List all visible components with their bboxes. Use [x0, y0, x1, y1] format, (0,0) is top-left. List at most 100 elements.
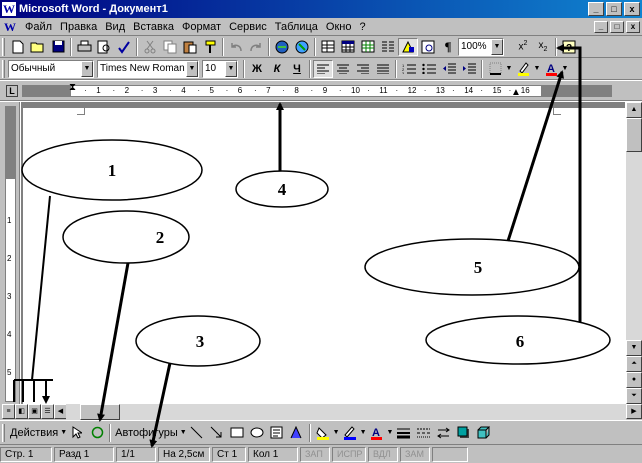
toolbar-grip[interactable]: [2, 59, 5, 78]
chevron-down-icon[interactable]: ▼: [180, 429, 187, 436]
toolbar-grip[interactable]: [2, 423, 5, 442]
menu-view[interactable]: Вид: [101, 21, 129, 33]
select-objects-icon[interactable]: [67, 424, 87, 442]
spelling-icon[interactable]: [114, 38, 134, 56]
status-record[interactable]: ЗАП: [300, 446, 330, 462]
normal-view-icon[interactable]: ≡: [2, 404, 15, 419]
vertical-ruler-strip[interactable]: 123456: [5, 106, 16, 415]
web-toolbar-icon[interactable]: [292, 38, 312, 56]
horizontal-ruler[interactable]: L ⧗ ▲ 1 · 2 · 3 · 4 · 5 · 6 · 7 · 8 · 9 · 10 · 11 · 12 · 13 · 14 · 1…: [0, 81, 642, 101]
maximize-button[interactable]: □: [606, 2, 622, 16]
increase-indent-icon[interactable]: [459, 60, 479, 78]
web-view-icon[interactable]: ◧: [15, 404, 28, 419]
undo-icon[interactable]: [226, 38, 246, 56]
chevron-down-icon[interactable]: ▼: [505, 60, 513, 78]
menu-window[interactable]: Окно: [322, 21, 356, 33]
chevron-down-icon[interactable]: ▼: [533, 60, 541, 78]
ruler-strip[interactable]: ⧗ ▲ 1 · 2 · 3 · 4 · 5 · 6 · 7 · 8 · 9 · 10 · 11 · 12 · 13 · 14 · 15 ·…: [22, 83, 612, 98]
print-preview-icon[interactable]: [94, 38, 114, 56]
close-button[interactable]: x: [624, 2, 640, 16]
doc-restore-button[interactable]: □: [610, 20, 624, 33]
menu-tools[interactable]: Сервис: [225, 21, 271, 33]
open-folder-icon[interactable]: [28, 38, 48, 56]
zoom-select[interactable]: 100% ▼: [458, 37, 504, 56]
font-size-select[interactable]: 10 ▼: [202, 59, 238, 78]
format-painter-icon[interactable]: [200, 38, 220, 56]
drawing-icon[interactable]: [398, 37, 418, 56]
paste-icon[interactable]: [180, 38, 200, 56]
doc-close-button[interactable]: x: [626, 20, 640, 33]
underline-button[interactable]: Ч: [287, 60, 307, 78]
line-icon[interactable]: [187, 424, 207, 442]
menu-help[interactable]: ?: [355, 21, 369, 33]
style-select[interactable]: Обычный ▼: [8, 59, 94, 78]
superscript-icon[interactable]: x2: [513, 38, 533, 56]
menu-edit[interactable]: Правка: [56, 21, 101, 33]
next-page-icon[interactable]: ⏷: [626, 388, 642, 404]
insert-excel-icon[interactable]: [358, 38, 378, 56]
print-icon[interactable]: [74, 38, 94, 56]
select-browse-object-icon[interactable]: ●: [626, 372, 642, 388]
menu-table[interactable]: Таблица: [271, 21, 322, 33]
indent-marker-icon[interactable]: ⧗: [69, 83, 76, 93]
align-left-icon[interactable]: [313, 59, 333, 78]
chevron-down-icon[interactable]: ▼: [60, 429, 67, 436]
chevron-down-icon[interactable]: ▼: [561, 60, 569, 78]
doc-minimize-button[interactable]: _: [594, 20, 608, 33]
align-right-icon[interactable]: [353, 60, 373, 78]
bullets-icon[interactable]: [419, 60, 439, 78]
bold-button[interactable]: Ж: [247, 60, 267, 78]
line-style-icon[interactable]: [393, 424, 413, 442]
document-icon[interactable]: W: [3, 20, 17, 34]
3d-icon[interactable]: [473, 424, 493, 442]
fill-color-icon[interactable]: [313, 424, 333, 442]
vertical-scrollbar[interactable]: ▲ ▼ ⏶ ● ⏷: [626, 102, 642, 404]
chevron-down-icon[interactable]: ▼: [387, 429, 394, 436]
scroll-right-icon[interactable]: ▶: [626, 404, 642, 419]
draw-font-color-icon[interactable]: A: [367, 424, 387, 442]
font-color-icon[interactable]: A: [541, 60, 561, 78]
scroll-up-icon[interactable]: ▲: [626, 102, 642, 118]
right-indent-marker-icon[interactable]: ▲: [511, 88, 521, 98]
line-color-icon[interactable]: [340, 424, 360, 442]
toolbar-grip[interactable]: [2, 37, 5, 56]
horizontal-scrollbar[interactable]: [66, 404, 626, 420]
document-page[interactable]: [23, 107, 627, 404]
show-hide-marks-icon[interactable]: ¶: [438, 38, 458, 56]
highlight-icon[interactable]: [513, 60, 533, 78]
numbering-icon[interactable]: 123: [399, 60, 419, 78]
insert-hyperlink-icon[interactable]: [272, 38, 292, 56]
chevron-down-icon[interactable]: ▼: [333, 429, 340, 436]
scroll-thumb[interactable]: [626, 118, 642, 152]
copy-icon[interactable]: [160, 38, 180, 56]
tables-borders-icon[interactable]: [318, 38, 338, 56]
menu-insert[interactable]: Вставка: [129, 21, 178, 33]
dash-style-icon[interactable]: [413, 424, 433, 442]
vertical-ruler[interactable]: 123456: [0, 102, 20, 415]
new-document-icon[interactable]: [8, 38, 28, 56]
save-icon[interactable]: [48, 38, 68, 56]
justify-icon[interactable]: [373, 60, 393, 78]
menu-file[interactable]: Файл: [21, 21, 56, 33]
decrease-indent-icon[interactable]: [439, 60, 459, 78]
status-overtype[interactable]: ЗАМ: [400, 446, 430, 462]
page-view-icon[interactable]: ▣: [28, 404, 41, 419]
insert-table-icon[interactable]: [338, 38, 358, 56]
oval-icon[interactable]: [247, 424, 267, 442]
subscript-icon[interactable]: x2: [533, 38, 553, 56]
free-rotate-icon[interactable]: [87, 424, 107, 442]
office-assistant-icon[interactable]: ?: [559, 38, 579, 56]
redo-icon[interactable]: [246, 38, 266, 56]
shadow-icon[interactable]: [453, 424, 473, 442]
rectangle-icon[interactable]: [227, 424, 247, 442]
arrow-icon[interactable]: [207, 424, 227, 442]
align-center-icon[interactable]: [333, 60, 353, 78]
previous-page-icon[interactable]: ⏶: [626, 356, 642, 372]
menu-format[interactable]: Формат: [178, 21, 225, 33]
italic-button[interactable]: К: [267, 60, 287, 78]
scroll-down-icon[interactable]: ▼: [626, 340, 642, 356]
status-track[interactable]: ИСПР: [332, 446, 366, 462]
columns-icon[interactable]: [378, 38, 398, 56]
font-select[interactable]: Times New Roman ▼: [97, 59, 199, 78]
outline-view-icon[interactable]: ☰: [41, 404, 54, 419]
